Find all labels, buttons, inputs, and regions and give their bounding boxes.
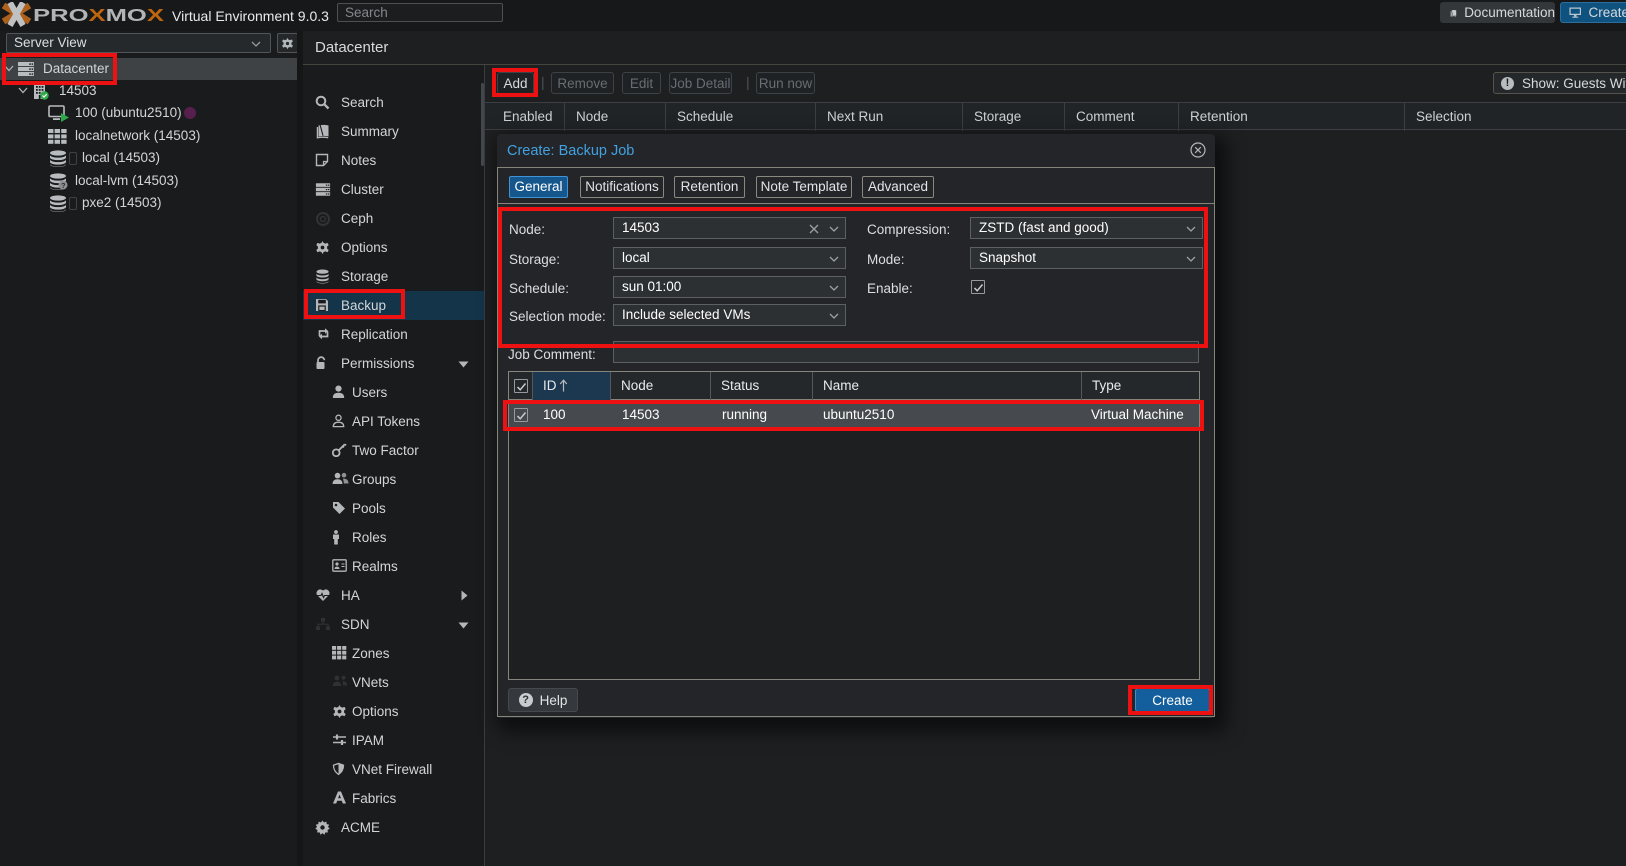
svg-text:PROXMOX: PROXMOX [33, 5, 164, 25]
svg-text:?: ? [61, 181, 66, 190]
